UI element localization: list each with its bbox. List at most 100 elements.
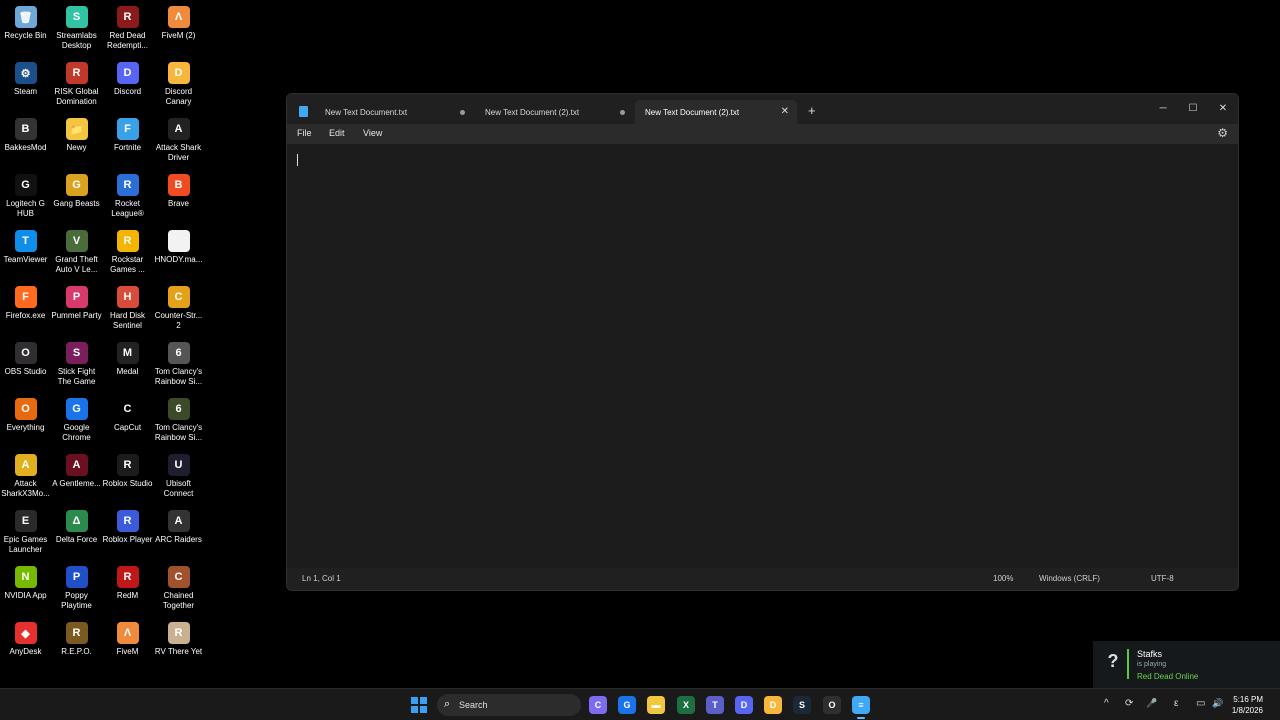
- desktop-icon-label: Brave: [168, 199, 189, 208]
- desktop-icon-label: Google Chrome: [62, 423, 91, 442]
- desktop-icon-delta-force[interactable]: Δ Delta Force: [51, 506, 102, 562]
- desktop-icon-hnody-ma[interactable]: HNODY.ma...: [153, 226, 204, 282]
- desktop-icon-ubisoft-connect[interactable]: U Ubisoft Connect: [153, 450, 204, 506]
- taskbar-steam-icon[interactable]: S: [793, 696, 811, 714]
- text-editor-area[interactable]: [287, 144, 1238, 570]
- desktop-icon-risk-global-domination[interactable]: R RISK Global Domination: [51, 58, 102, 114]
- desktop-icon-poppy-playtime[interactable]: P Poppy Playtime: [51, 562, 102, 618]
- arc-raiders-icon: A: [167, 510, 190, 532]
- desktop-icon-capcut[interactable]: C CapCut: [102, 394, 153, 450]
- desktop-icon-attack-shark-driver[interactable]: A Attack Shark Driver: [153, 114, 204, 170]
- desktop-icon-stick-fight-the-game[interactable]: S Stick Fight The Game: [51, 338, 102, 394]
- zoom-level: 100%: [993, 574, 1014, 583]
- microphone-icon[interactable]: 🎤: [1146, 698, 1157, 709]
- desktop-icon-steam[interactable]: ⚙ Steam: [0, 58, 51, 114]
- network-icon[interactable]: ▭: [1196, 698, 1205, 709]
- desktop-icon-a-gentleme[interactable]: A A Gentleme...: [51, 450, 102, 506]
- desktop-icon-label: Ubisoft Connect: [163, 479, 194, 498]
- taskbar-notepad-icon[interactable]: ≡: [852, 696, 870, 719]
- desktop-icon-streamlabs-desktop[interactable]: S Streamlabs Desktop: [51, 2, 102, 58]
- menu-edit[interactable]: Edit: [329, 128, 345, 138]
- menu-bar: File Edit View ⚙: [287, 124, 1238, 144]
- taskbar-search[interactable]: ⌕ Search: [437, 694, 581, 716]
- desktop-icon-newy[interactable]: 📁 Newy: [51, 114, 102, 170]
- desktop-icon-roblox-studio[interactable]: R Roblox Studio: [102, 450, 153, 506]
- desktop-icon-r-e-p-o[interactable]: R R.E.P.O.: [51, 618, 102, 674]
- taskbar-obs-icon[interactable]: O: [823, 696, 841, 714]
- medal-icon: M: [116, 342, 139, 364]
- desktop-icon-counter-str-2[interactable]: C Counter-Str... 2: [153, 282, 204, 338]
- rocket-league-icon: R: [116, 174, 139, 196]
- desktop-icon-tom-clancy-s-rainbow-si[interactable]: 6 Tom Clancy's Rainbow Si...: [153, 338, 204, 394]
- taskbar-excel-icon[interactable]: X: [677, 696, 695, 714]
- desktop-icon-arc-raiders[interactable]: A ARC Raiders: [153, 506, 204, 562]
- language-indicator[interactable]: ε: [1174, 698, 1178, 709]
- desktop-icon-red-dead-redempti[interactable]: R Red Dead Redempti...: [102, 2, 153, 58]
- desktop-icon-rockstar-games[interactable]: R Rockstar Games ...: [102, 226, 153, 282]
- desktop-icon-discord-canary[interactable]: D Discord Canary: [153, 58, 204, 114]
- tab-new-text-document[interactable]: New Text Document.txt: [315, 100, 475, 124]
- tab-new-text-document-2[interactable]: New Text Document (2).txt: [475, 100, 635, 124]
- tab-new-text-document-2-active[interactable]: New Text Document (2).txt ✕: [635, 100, 797, 124]
- desktop-icon-medal[interactable]: M Medal: [102, 338, 153, 394]
- desktop-icon-tom-clancy-s-rainbow-si[interactable]: 6 Tom Clancy's Rainbow Si...: [153, 394, 204, 450]
- steam-notification[interactable]: ? Stafks is playing Red Dead Online: [1093, 641, 1280, 688]
- desktop-icon-label: Medal: [116, 367, 139, 376]
- menu-file[interactable]: File: [297, 128, 312, 138]
- minimize-button[interactable]: ─: [1149, 98, 1177, 118]
- taskbar-chrome-icon[interactable]: G: [618, 696, 636, 714]
- clock[interactable]: 5:16 PM 1/8/2026: [1232, 694, 1263, 716]
- stick-fight-the-game-icon: S: [65, 342, 88, 364]
- desktop-icon-label: Streamlabs Desktop: [56, 31, 97, 50]
- show-hidden-icons-chevron-icon[interactable]: ^: [1104, 698, 1109, 709]
- taskbar-discord-canary-icon[interactable]: D: [764, 696, 782, 714]
- taskbar-discord-icon[interactable]: D: [735, 696, 753, 714]
- title-bar[interactable]: New Text Document.txt New Text Document …: [287, 94, 1238, 124]
- desktop-icon-logitech-g-hub[interactable]: G Logitech G HUB: [0, 170, 51, 226]
- desktop-icon-anydesk[interactable]: ◆ AnyDesk: [0, 618, 51, 674]
- desktop-icon-chained-together[interactable]: C Chained Together: [153, 562, 204, 618]
- desktop-icon-bakkesmod[interactable]: B BakkesMod: [0, 114, 51, 170]
- desktop-icon-rv-there-yet[interactable]: R RV There Yet: [153, 618, 204, 674]
- desktop-icon-firefox-exe[interactable]: F Firefox.exe: [0, 282, 51, 338]
- desktop-icon-discord[interactable]: D Discord: [102, 58, 153, 114]
- chained-together-icon: C: [167, 566, 190, 588]
- desktop-icon-pummel-party[interactable]: P Pummel Party: [51, 282, 102, 338]
- attack-shark-driver-icon: A: [167, 118, 190, 140]
- desktop-icon-label: NVIDIA App: [4, 591, 47, 600]
- desktop-icon-fivem[interactable]: Λ FiveM: [102, 618, 153, 674]
- menu-view[interactable]: View: [363, 128, 382, 138]
- taskbar-file-explorer-icon[interactable]: ▬: [647, 696, 665, 714]
- start-button[interactable]: [411, 697, 427, 713]
- desktop-icon-google-chrome[interactable]: G Google Chrome: [51, 394, 102, 450]
- desktop-icon-label: FiveM: [116, 647, 139, 656]
- settings-gear-icon[interactable]: ⚙: [1217, 126, 1228, 140]
- desktop-icon-grand-theft-auto-v-le[interactable]: V Grand Theft Auto V Le...: [51, 226, 102, 282]
- desktop-icon-obs-studio[interactable]: O OBS Studio: [0, 338, 51, 394]
- sync-icon[interactable]: ⟳: [1125, 698, 1133, 709]
- taskbar-teams-icon[interactable]: T: [706, 696, 724, 714]
- desktop-icon-attack-sharkx3mo[interactable]: A Attack SharkX3Mo...: [0, 450, 51, 506]
- desktop-icon-gang-beasts[interactable]: G Gang Beasts: [51, 170, 102, 226]
- desktop-icon-label: Everything: [6, 423, 45, 432]
- status-bar: Ln 1, Col 1 100% Windows (CRLF) UTF-8: [287, 568, 1238, 590]
- desktop-icon-epic-games-launcher[interactable]: E Epic Games Launcher: [0, 506, 51, 562]
- maximize-button[interactable]: ☐: [1179, 98, 1207, 118]
- desktop-icon-everything[interactable]: O Everything: [0, 394, 51, 450]
- desktop-icon-recycle-bin[interactable]: 🗑 Recycle Bin: [0, 2, 51, 58]
- volume-icon[interactable]: 🔊: [1212, 698, 1223, 709]
- taskbar-copilot-icon[interactable]: C: [589, 696, 607, 714]
- desktop-icon-hard-disk-sentinel[interactable]: H Hard Disk Sentinel: [102, 282, 153, 338]
- desktop-icon-nvidia-app[interactable]: N NVIDIA App: [0, 562, 51, 618]
- desktop-icon-brave[interactable]: B Brave: [153, 170, 204, 226]
- desktop-icon-teamviewer[interactable]: T TeamViewer: [0, 226, 51, 282]
- close-button[interactable]: ✕: [1209, 98, 1237, 118]
- desktop-icon-redm[interactable]: R RedM: [102, 562, 153, 618]
- desktop-icon-rocket-league[interactable]: R Rocket League®: [102, 170, 153, 226]
- close-tab-icon[interactable]: ✕: [781, 106, 789, 117]
- new-tab-button[interactable]: +: [808, 103, 816, 118]
- desktop-icon-fivem-2[interactable]: Λ FiveM (2): [153, 2, 204, 58]
- desktop-icon-fortnite[interactable]: F Fortnite: [102, 114, 153, 170]
- notepad-window: New Text Document.txt New Text Document …: [286, 93, 1239, 591]
- desktop-icon-roblox-player[interactable]: R Roblox Player: [102, 506, 153, 562]
